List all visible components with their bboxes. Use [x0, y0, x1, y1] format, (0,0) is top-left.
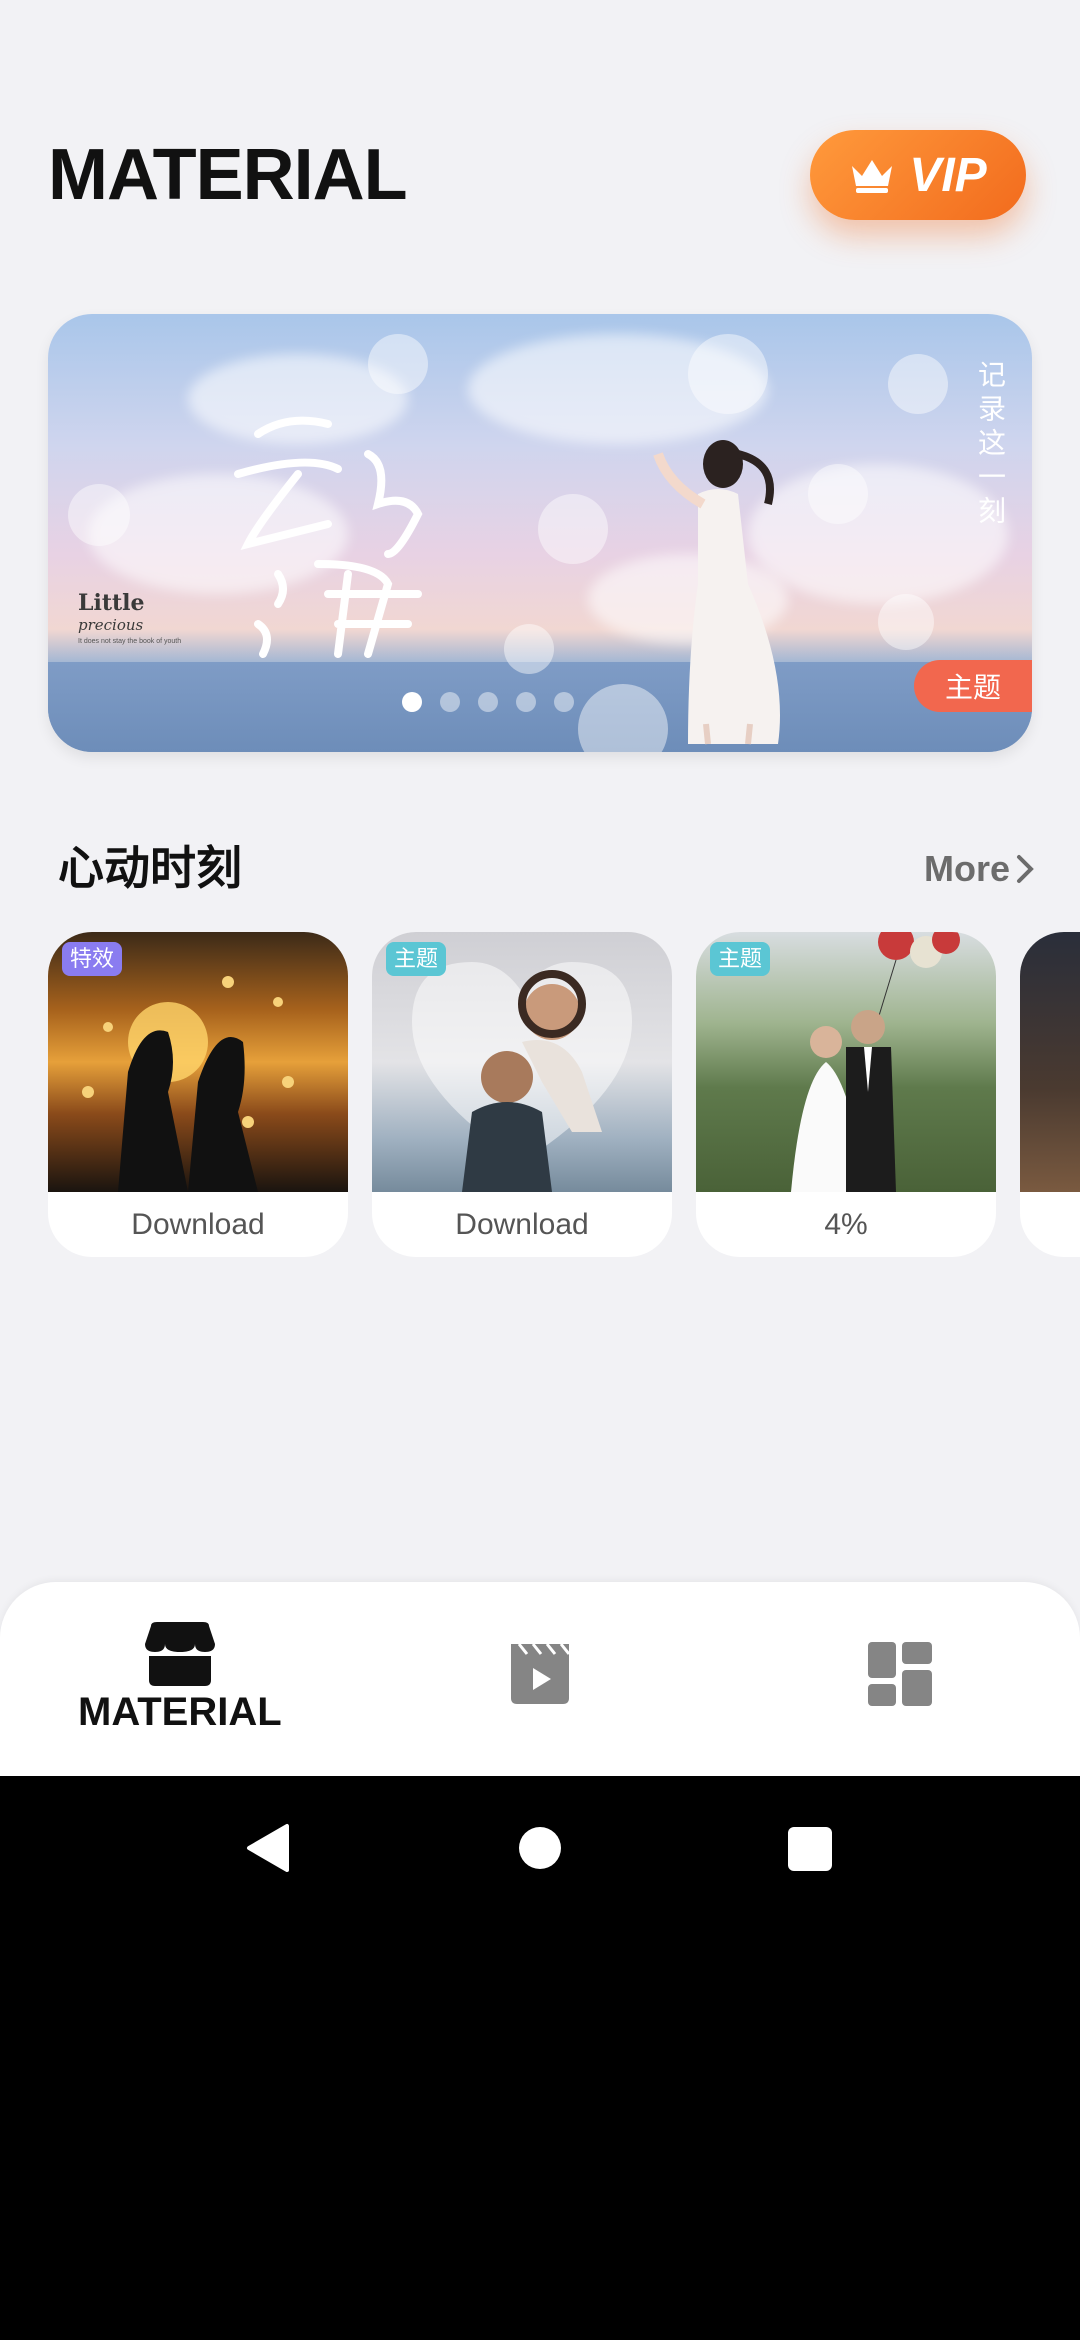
more-link[interactable]: More [924, 848, 1034, 890]
sunset-couple-thumbnail: 特效 [48, 932, 348, 1192]
theme-badge: 主题 [386, 942, 447, 976]
material-card[interactable]: 特效 Download [48, 932, 348, 1257]
crown-icon [852, 160, 893, 193]
nav-material-label: MATERIAL [78, 1690, 282, 1734]
carousel-dot[interactable] [478, 692, 498, 712]
nav-material[interactable]: MATERIAL [78, 1622, 282, 1735]
banner-carousel[interactable]: Little precious It does not stay the boo… [48, 314, 1032, 752]
carousel-dot[interactable] [402, 692, 422, 712]
carousel-dot[interactable] [516, 692, 536, 712]
section-title: 心动时刻 [58, 842, 242, 894]
effect-badge: 特效 [62, 942, 123, 976]
video-clapper-icon [511, 1643, 571, 1704]
grid-icon [868, 1642, 932, 1706]
nav-dashboard[interactable] [868, 1642, 932, 1706]
back-triangle-icon[interactable] [245, 1822, 291, 1874]
theme-badge: 主题 [710, 942, 771, 976]
carousel-indicator [402, 692, 574, 712]
store-icon [144, 1622, 215, 1686]
calligraphy-artwork [234, 416, 423, 658]
card-caption [1020, 1192, 1080, 1257]
download-progress: 4% [824, 1207, 868, 1241]
download-button[interactable]: Download [48, 1192, 348, 1257]
wedding-couple-thumbnail: 主题 [696, 932, 996, 1192]
piggyback-couple-thumbnail: 主题 [372, 932, 672, 1192]
material-card[interactable]: 主题 4% [696, 932, 996, 1257]
material-card[interactable]: 主题 Download [372, 932, 672, 1257]
vip-label: VIP [909, 148, 987, 202]
download-button[interactable]: Download [372, 1192, 672, 1257]
woman-figure [653, 440, 780, 745]
more-label: More [924, 848, 1011, 889]
vip-button[interactable]: VIP [810, 130, 1026, 220]
material-card-list[interactable]: 特效 Download 主题 Download 主题 4% [48, 932, 1080, 1257]
carousel-dot[interactable] [554, 692, 574, 712]
page-title: MATERIAL [48, 135, 408, 215]
system-navigation-bar [0, 1776, 1080, 2340]
banner-tag: 主题 [914, 660, 1032, 712]
nav-video[interactable] [509, 1642, 571, 1704]
home-circle-icon[interactable] [518, 1826, 562, 1870]
material-card[interactable] [1020, 932, 1080, 1257]
little-precious-text: Little precious It does not stay the boo… [78, 590, 182, 645]
banner-vertical-title: 记录这一刻 [975, 360, 1006, 530]
carousel-dot[interactable] [440, 692, 460, 712]
recents-square-icon[interactable] [787, 1826, 833, 1872]
bottom-navigation: MATERIAL [0, 1582, 1080, 1776]
partial-thumbnail [1020, 932, 1080, 1192]
chevron-right-icon [1017, 855, 1034, 883]
